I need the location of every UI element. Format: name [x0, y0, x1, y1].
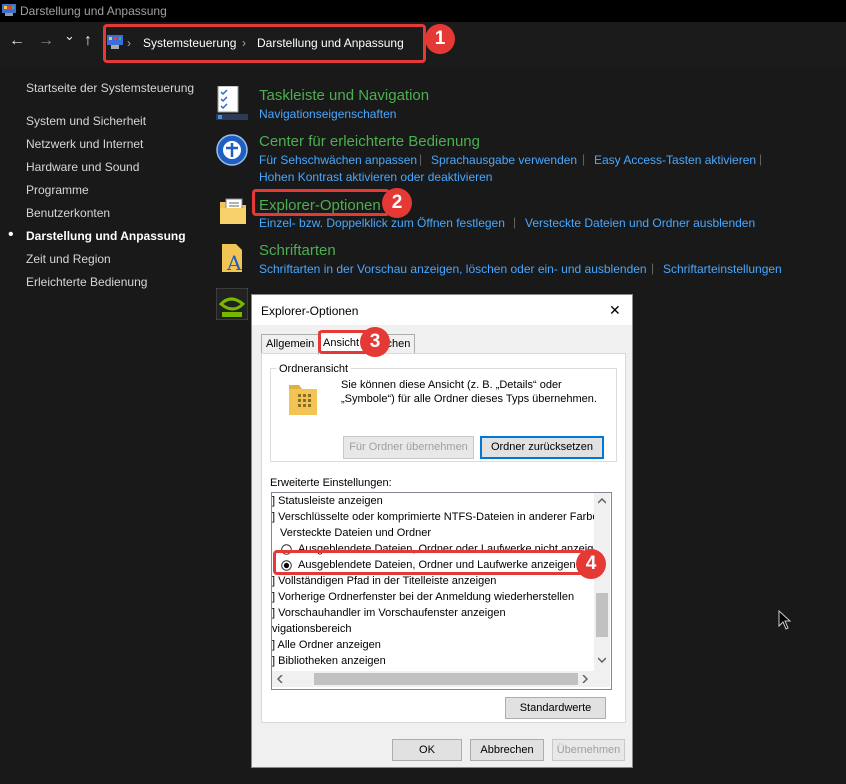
advanced-settings-label: Erweiterte Einstellungen:	[270, 477, 392, 489]
nvidia-icon	[216, 288, 248, 320]
annotation-box-2	[252, 189, 390, 216]
svg-text:A: A	[226, 251, 242, 274]
sidebar-item-ease[interactable]: Erleichterte Bedienung	[26, 275, 147, 289]
category-title-taskbar[interactable]: Taskleiste und Navigation	[259, 87, 429, 104]
link-easy-access-keys[interactable]: Easy Access-Tasten aktivieren	[594, 153, 756, 167]
tree-row-all-folders[interactable]: ] Alle Ordner anzeigen	[272, 639, 381, 651]
link-vision[interactable]: Für Sehschwächen anpassen	[259, 153, 417, 167]
scroll-right-icon[interactable]	[582, 675, 588, 683]
link-navigation-properties[interactable]: Navigationseigenschaften	[259, 107, 396, 121]
link-separator: |	[582, 152, 586, 166]
ok-button[interactable]: OK	[392, 739, 462, 761]
dialog-title-bar: Explorer-Optionen ✕	[252, 295, 632, 325]
sidebar-item-accounts[interactable]: Benutzerkonten	[26, 206, 110, 220]
link-separator: |	[513, 215, 517, 229]
control-panel-icon	[2, 4, 16, 16]
link-font-preview[interactable]: Schriftarten in der Vorschau anzeigen, l…	[259, 262, 647, 276]
mouse-cursor-icon	[778, 610, 792, 630]
dialog-title: Explorer-Optionen	[261, 304, 359, 318]
category-title-ease[interactable]: Center für erleichterte Bedienung	[259, 133, 480, 150]
annotation-box-1	[103, 24, 426, 63]
sidebar-item-network[interactable]: Netzwerk und Internet	[26, 137, 143, 151]
up-arrow-icon[interactable]: ↑	[84, 32, 92, 50]
taskbar-icon	[216, 86, 248, 120]
tree-row-restore-windows[interactable]: ] Vorherige Ordnerfenster bei der Anmeld…	[272, 591, 574, 603]
link-separator: |	[759, 152, 763, 166]
horizontal-scrollbar[interactable]	[272, 671, 594, 687]
link-font-settings[interactable]: Schriftarteinstellungen	[663, 262, 782, 276]
title-bar: Darstellung und Anpassung	[0, 0, 846, 22]
annotation-box-4	[273, 550, 586, 575]
link-click-behavior[interactable]: Einzel- bzw. Doppelklick zum Öffnen fest…	[259, 216, 505, 230]
folder-view-icon	[289, 385, 317, 415]
explorer-options-dialog: Explorer-Optionen ✕ Allgemein Suchen Ans…	[251, 294, 633, 768]
annotation-badge-1: 1	[425, 24, 455, 54]
tree-row-hidden-files-group: Versteckte Dateien und Ordner	[280, 527, 432, 539]
tab-panel: Ordneransicht Sie können diese Ansicht (…	[261, 353, 626, 723]
link-separator: |	[419, 152, 423, 166]
back-arrow-icon[interactable]: ←	[9, 32, 25, 50]
sidebar-item-appearance[interactable]: Darstellung und Anpassung	[26, 229, 186, 243]
sidebar-home-link[interactable]: Startseite der Systemsteuerung	[26, 81, 194, 95]
annotation-badge-4: 4	[576, 549, 606, 579]
link-separator: |	[651, 261, 655, 275]
recent-locations-chevron-icon[interactable]: ⌄	[64, 28, 75, 44]
sidebar-item-system[interactable]: System und Sicherheit	[26, 114, 146, 128]
horizontal-scroll-thumb[interactable]	[314, 673, 578, 685]
apply-button[interactable]: Übernehmen	[552, 739, 625, 761]
forward-arrow-icon[interactable]: →	[38, 32, 54, 50]
close-icon[interactable]: ✕	[609, 302, 621, 319]
advanced-settings-tree[interactable]: ] Statusleiste anzeigen ] Verschlüsselte…	[271, 492, 612, 690]
tree-row-ntfs-color[interactable]: ] Verschlüsselte oder komprimierte NTFS-…	[272, 511, 608, 523]
tree-row-navigation-pane: vigationsbereich	[272, 623, 352, 635]
scroll-down-icon[interactable]	[598, 657, 606, 663]
tree-row-full-path[interactable]: ] Vollständigen Pfad in der Titelleiste …	[272, 575, 496, 587]
sidebar-item-programs[interactable]: Programme	[26, 183, 89, 197]
scroll-up-icon[interactable]	[598, 498, 606, 504]
tab-allgemein[interactable]: Allgemein	[261, 334, 320, 354]
folder-view-legend: Ordneransicht	[276, 363, 352, 375]
annotation-badge-3: 3	[360, 327, 390, 357]
folder-view-text: Sie können diese Ansicht (z. B. „Details…	[341, 379, 597, 405]
window-title: Darstellung und Anpassung	[20, 4, 167, 18]
sidebar-item-hardware[interactable]: Hardware und Sound	[26, 160, 139, 174]
ease-of-access-icon	[216, 134, 248, 166]
navigation-bar: ← → ⌄ ↑ › Systemsteuerung › Darstellung …	[0, 22, 846, 66]
category-title-fonts[interactable]: Schriftarten	[259, 242, 336, 259]
apply-to-folders-button[interactable]: Für Ordner übernehmen	[343, 436, 474, 459]
sidebar-item-region[interactable]: Zeit und Region	[26, 252, 111, 266]
active-bullet-icon: •	[8, 226, 14, 243]
link-narrator[interactable]: Sprachausgabe verwenden	[431, 153, 577, 167]
link-high-contrast[interactable]: Hohen Kontrast aktivieren oder deaktivie…	[259, 170, 492, 184]
annotation-badge-2: 2	[382, 188, 412, 218]
vertical-scroll-thumb[interactable]	[596, 593, 608, 637]
folder-options-icon	[220, 198, 246, 224]
restore-defaults-button[interactable]: Standardwerte	[505, 697, 606, 719]
scroll-left-icon[interactable]	[277, 675, 283, 683]
link-hide-files[interactable]: Versteckte Dateien und Ordner ausblenden	[525, 216, 755, 230]
fonts-icon: A	[222, 244, 242, 274]
tree-row-statusbar[interactable]: ] Statusleiste anzeigen	[272, 495, 383, 507]
cancel-button[interactable]: Abbrechen	[470, 739, 544, 761]
tree-row-preview-handlers[interactable]: ] Vorschauhandler im Vorschaufenster anz…	[272, 607, 506, 619]
reset-folders-button[interactable]: Ordner zurücksetzen	[480, 436, 604, 459]
tree-row-libraries[interactable]: ] Bibliotheken anzeigen	[272, 655, 386, 667]
vertical-scrollbar[interactable]	[594, 493, 610, 671]
